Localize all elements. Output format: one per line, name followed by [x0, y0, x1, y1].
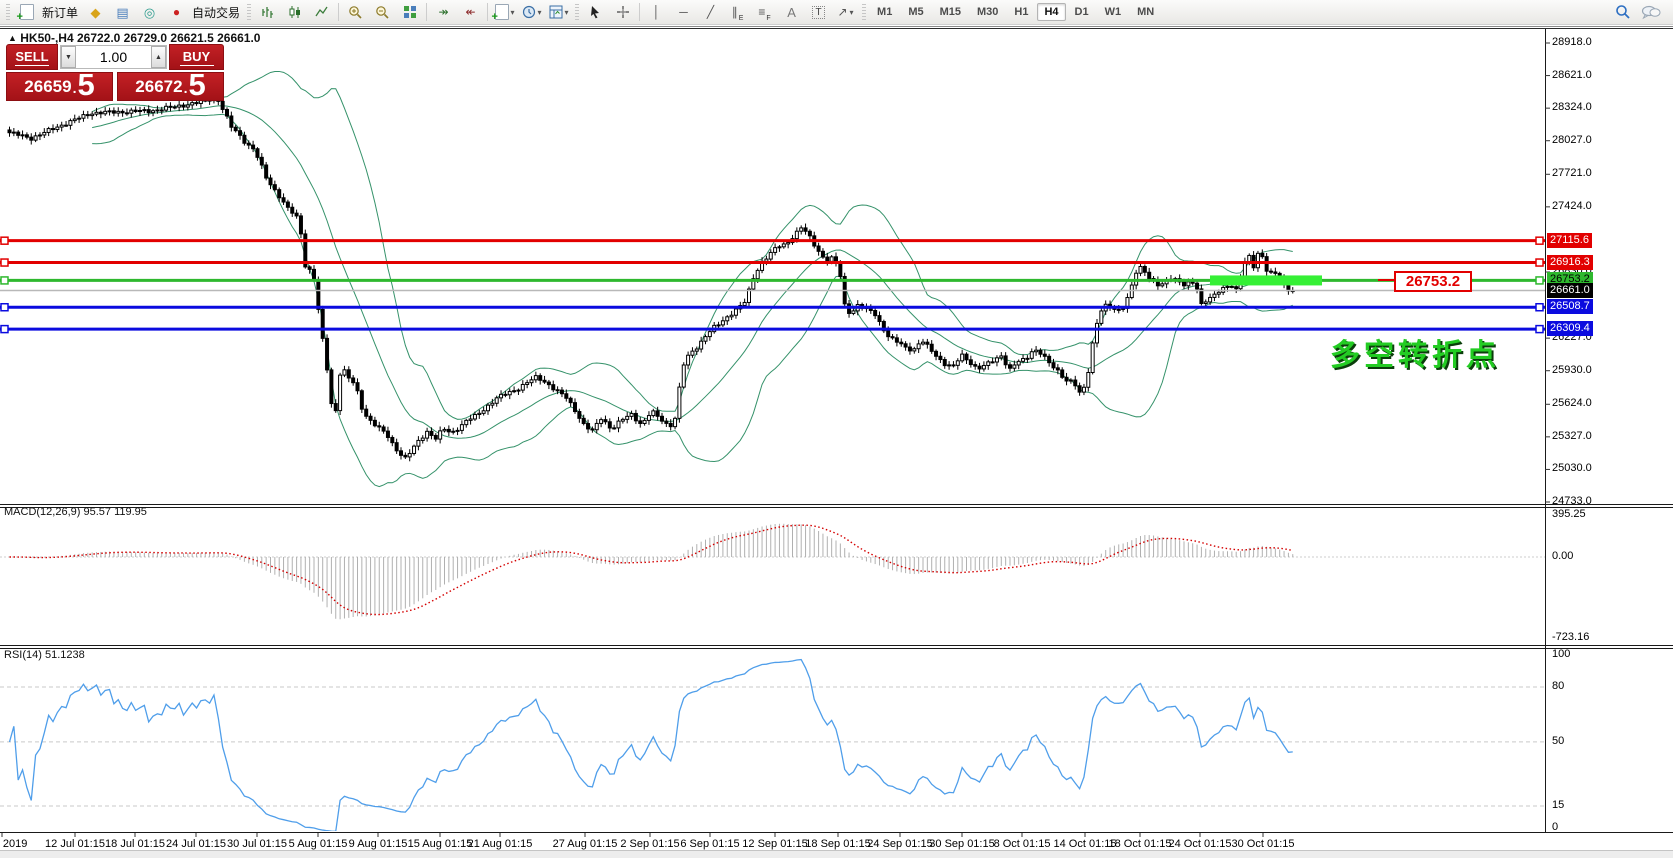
buy-price-main: 26672	[135, 75, 182, 99]
x-axis-date-label: 18 Jul 01:15	[105, 838, 165, 850]
y-axis-tick-label: 25930.0	[1552, 364, 1592, 376]
macd-axis-label: 395.25	[1552, 508, 1586, 520]
x-axis-date-label: 24 Oct 01:15	[1169, 838, 1232, 850]
y-axis-tick-label: 28324.0	[1552, 101, 1592, 113]
y-axis-tick-label: 27424.0	[1552, 200, 1592, 212]
x-axis-date-label: 30 Sep 01:15	[929, 838, 994, 850]
buy-price[interactable]: 26672 . 5	[117, 72, 224, 101]
line-handle[interactable]	[1, 304, 8, 311]
x-axis-date-label: 21 Aug 01:15	[468, 838, 533, 850]
x-axis-date-label: 8 Oct 01:15	[994, 838, 1051, 850]
line-handle[interactable]	[1536, 326, 1543, 333]
x-axis-date-label: 27 Aug 01:15	[553, 838, 618, 850]
x-axis-date-label: 12 Sep 01:15	[742, 838, 807, 850]
line-handle[interactable]	[1536, 277, 1543, 284]
rsi-axis-label: 15	[1552, 799, 1564, 811]
candles-layer	[8, 94, 1294, 462]
x-axis-date-label: 15 Aug 01:15	[408, 838, 473, 850]
x-axis-date-label: 30 Jul 01:15	[227, 838, 287, 850]
x-axis-date-label: 5 Aug 01:15	[289, 838, 348, 850]
rsi-axis-label: 100	[1552, 648, 1570, 660]
sell-button[interactable]: SELL	[6, 44, 58, 70]
x-axis-date-label: 30 Oct 01:15	[1232, 838, 1295, 850]
line-handle[interactable]	[1, 259, 8, 266]
price-level-tag: 26508.7	[1547, 299, 1593, 314]
macd-name: MACD(12,26,9)	[4, 506, 80, 518]
pivot-annotation-text: 多空转折点	[1330, 330, 1500, 374]
macd-histogram	[10, 524, 1293, 619]
one-click-trading-panel: SELL ▼ ▲ BUY 26659 . 5 26672 . 5	[6, 44, 224, 101]
line-handle[interactable]	[1536, 304, 1543, 311]
volume-input[interactable]	[76, 46, 151, 68]
y-axis-tick-label: 28621.0	[1552, 69, 1592, 81]
rsi-value: 51.1238	[45, 649, 85, 661]
x-axis-date-label: 6 Sep 01:15	[680, 838, 739, 850]
rsi-axis-label: 50	[1552, 735, 1564, 747]
rsi-axis-label: 80	[1552, 680, 1564, 692]
x-axis-date-label: 18 Oct 01:15	[1109, 838, 1172, 850]
buy-price-dot: .	[184, 77, 188, 99]
line-handle[interactable]	[1, 326, 8, 333]
line-handle[interactable]	[1536, 259, 1543, 266]
line-handle[interactable]	[1, 277, 8, 284]
price-chart-canvas[interactable]	[0, 0, 1673, 858]
y-axis-tick-label: 27721.0	[1552, 167, 1592, 179]
macd-label: MACD(12,26,9) 95.57 119.95	[4, 506, 147, 518]
sell-price-dot: .	[73, 77, 77, 99]
x-axis-date-label: 9 Aug 01:15	[349, 838, 408, 850]
rsi-name: RSI(14)	[4, 649, 42, 661]
sell-price-pips: 5	[77, 70, 94, 99]
x-axis-date-label: 24 Sep 01:15	[867, 838, 932, 850]
y-axis-tick-label: 28027.0	[1552, 134, 1592, 146]
y-axis-tick-label: 25327.0	[1552, 430, 1592, 442]
macd-values: 95.57 119.95	[83, 506, 146, 518]
chart-ohlc-values: 26722.0 26729.0 26621.5 26661.0	[77, 31, 261, 45]
chart-title: ▲ HK50-,H4 26722.0 26729.0 26621.5 26661…	[8, 31, 260, 45]
price-level-tag: 26309.4	[1547, 321, 1593, 336]
sell-button-label: SELL	[15, 49, 48, 64]
macd-signal-line	[10, 525, 1293, 614]
pivot-price-callout[interactable]: 26753.2	[1394, 271, 1472, 292]
y-axis-tick-label: 25624.0	[1552, 397, 1592, 409]
line-handle[interactable]	[1536, 237, 1543, 244]
y-axis-tick-label: 28918.0	[1552, 36, 1592, 48]
volume-spinner: ▼ ▲	[60, 45, 167, 69]
collapse-triangle-icon[interactable]: ▲	[8, 33, 17, 43]
rsi-axis-label: 0	[1552, 821, 1558, 833]
x-axis-date-label: 24 Jul 01:15	[166, 838, 226, 850]
y-axis-tick-label: 25030.0	[1552, 462, 1592, 474]
x-axis-date-label: 18 Sep 01:15	[805, 838, 870, 850]
line-handle[interactable]	[1, 237, 8, 244]
mt4-window: + 新订单 ◆ ▤ ◎ ● 自动交易 ↠ ↞ +▾	[0, 0, 1673, 858]
macd-axis-label: -723.16	[1552, 631, 1589, 643]
x-axis-date-label: 14 Oct 01:15	[1054, 838, 1117, 850]
sell-price-main: 26659	[24, 75, 71, 99]
rsi-label: RSI(14) 51.1238	[4, 649, 85, 661]
x-axis-date-label: 12 Jul 01:15	[45, 838, 105, 850]
sell-underline	[15, 65, 49, 66]
x-axis-date-label: 2 Sep 01:15	[620, 838, 679, 850]
price-level-tag: 26916.3	[1547, 255, 1593, 270]
pivot-callout-dash	[1378, 279, 1394, 281]
buy-underline	[180, 65, 214, 66]
x-axis-date-label: 8 Jul 2019	[0, 838, 27, 850]
buy-button-label: BUY	[183, 49, 210, 64]
buy-price-pips: 5	[188, 70, 205, 99]
current-price-tag: 26661.0	[1547, 283, 1593, 298]
sell-price[interactable]: 26659 . 5	[6, 72, 113, 101]
pivot-highlight-bar	[1210, 275, 1322, 285]
macd-axis-label: 0.00	[1552, 550, 1573, 562]
volume-decrease-button[interactable]: ▼	[61, 46, 76, 68]
price-level-tag: 27115.6	[1547, 233, 1592, 248]
volume-increase-button[interactable]: ▲	[151, 46, 166, 68]
chart-symbol-period: HK50-,H4	[20, 31, 73, 45]
y-axis-tick-label: 24733.0	[1552, 495, 1592, 507]
